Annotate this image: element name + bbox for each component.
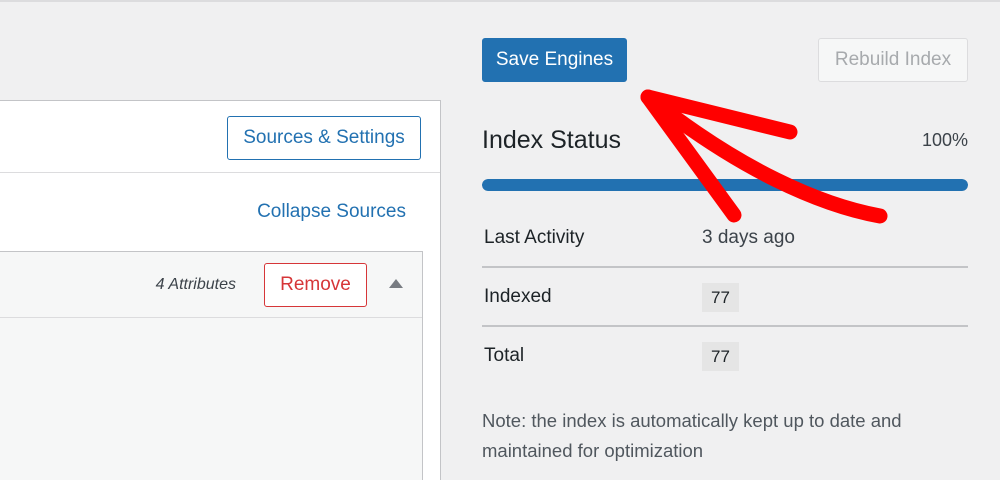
stat-badge: 77 (702, 342, 739, 371)
stat-label: Indexed (484, 286, 552, 307)
index-progress-fill (482, 179, 968, 191)
top-divider (0, 0, 1000, 2)
sources-settings-button[interactable]: Sources & Settings (227, 116, 421, 160)
engine-panel: Sources & Settings Collapse Sources 4 At… (0, 100, 441, 480)
save-engines-button[interactable]: Save Engines (482, 38, 627, 82)
stat-label: Total (484, 345, 525, 366)
stat-row-last-activity: Last Activity 3 days ago (482, 209, 968, 268)
index-note: Note: the index is automatically kept up… (482, 410, 902, 461)
source-header[interactable]: 4 Attributes Remove (0, 252, 422, 318)
attributes-count: 4 Attributes (155, 276, 236, 293)
source-box: 4 Attributes Remove (0, 251, 423, 480)
index-status-percent: 100% (921, 130, 968, 150)
stat-value: 3 days ago (702, 227, 795, 248)
rebuild-index-button[interactable]: Rebuild Index (818, 38, 968, 82)
collapse-row: Collapse Sources (0, 173, 440, 251)
stat-label: Last Activity (484, 227, 585, 248)
engine-panel-header: Sources & Settings (0, 101, 440, 173)
stat-badge: 77 (702, 283, 739, 312)
stat-row-total: Total 77 (482, 327, 968, 386)
index-progress-bar (482, 179, 968, 191)
remove-source-button[interactable]: Remove (264, 263, 367, 307)
collapse-sources-link[interactable]: Collapse Sources (257, 201, 406, 223)
caret-up-icon[interactable] (389, 279, 403, 288)
stat-row-indexed: Indexed 77 (482, 268, 968, 327)
index-status-title: Index Status (482, 126, 621, 154)
